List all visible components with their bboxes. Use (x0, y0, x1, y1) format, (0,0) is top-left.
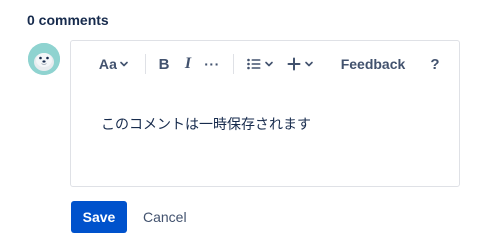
seal-avatar-icon (28, 43, 60, 75)
comment-editor[interactable]: Aa B I ··· Feedback ? このコメントは一時保存されます (70, 40, 460, 187)
user-avatar[interactable] (28, 43, 60, 75)
cancel-button[interactable]: Cancel (135, 201, 195, 233)
toolbar-separator (145, 54, 146, 74)
comments-count-heading: 0 comments (27, 12, 109, 28)
text-style-label: Aa (98, 56, 118, 72)
chevron-down-icon (264, 61, 273, 67)
save-button[interactable]: Save (71, 201, 127, 233)
italic-button[interactable]: I (179, 52, 197, 76)
bold-label: B (158, 55, 170, 73)
feedback-button[interactable]: Feedback (337, 52, 409, 76)
italic-label: I (184, 55, 192, 72)
more-formatting-label: ··· (204, 56, 220, 72)
toolbar-separator (233, 54, 234, 74)
chevron-down-icon (120, 61, 128, 67)
editor-toolbar: Aa B I ··· Feedback ? (71, 41, 459, 87)
bold-button[interactable]: B (155, 52, 173, 76)
insert-dropdown[interactable] (284, 52, 316, 76)
bullet-list-icon (246, 58, 260, 70)
comment-section: 0 comments Aa B I ··· Feedback ? このコメントは… (0, 0, 482, 248)
list-dropdown[interactable] (245, 52, 275, 76)
chevron-down-icon (304, 61, 313, 67)
help-label: ? (430, 55, 440, 73)
editor-content-text[interactable]: このコメントは一時保存されます (101, 116, 311, 134)
help-button[interactable]: ? (425, 52, 445, 76)
more-formatting-button[interactable]: ··· (201, 52, 223, 76)
plus-icon (287, 57, 300, 71)
text-style-dropdown[interactable]: Aa (97, 52, 131, 76)
feedback-label: Feedback (340, 56, 406, 72)
